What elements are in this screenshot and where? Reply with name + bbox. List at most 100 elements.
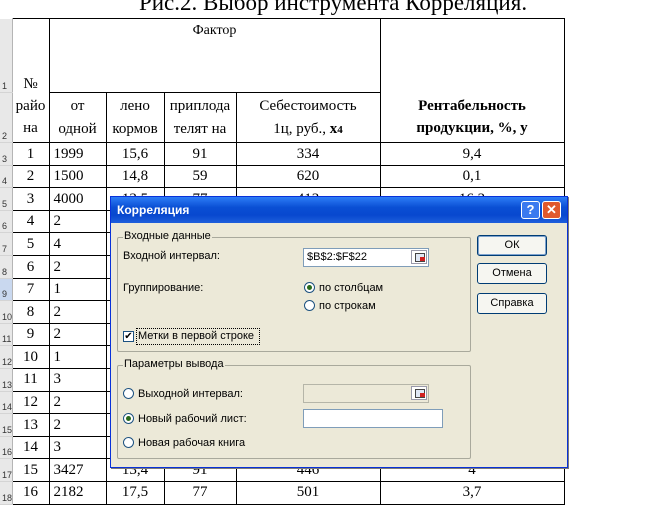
table-cell[interactable]: 9 [11, 322, 50, 347]
table-cell[interactable]: 59 [163, 164, 237, 189]
new-sheet-field[interactable] [303, 409, 443, 428]
header-blank-cell[interactable] [379, 18, 565, 93]
table-cell[interactable]: 3427 [48, 458, 107, 482]
dialog-titlebar[interactable]: Корреляция ? ✕ [111, 197, 567, 223]
table-cell[interactable]: 2182 [48, 480, 107, 505]
row-header[interactable]: 4 [0, 165, 13, 189]
table-cell[interactable]: 16 [11, 480, 50, 505]
by-columns-radio[interactable] [304, 282, 315, 293]
header-cell[interactable]: Рентабельность продукции, %, у [379, 92, 565, 143]
table-cell[interactable]: 7 [11, 277, 50, 302]
header-text: приплода [169, 98, 231, 114]
table-cell[interactable]: 4 [48, 232, 107, 256]
collapse-dialog-icon[interactable] [411, 386, 427, 400]
table-cell[interactable]: 5 [11, 232, 50, 256]
table-cell[interactable]: 1500 [48, 164, 107, 189]
table-cell[interactable]: 91 [163, 142, 237, 166]
header-cell[interactable]: приплода телят на [163, 92, 237, 143]
row-header[interactable]: 15 [0, 413, 13, 437]
table-cell[interactable]: 8 [11, 300, 50, 324]
row-header[interactable]: 9 [0, 278, 13, 302]
help-title-button[interactable]: ? [521, 201, 540, 219]
table-cell[interactable]: 620 [235, 164, 381, 189]
table-cell[interactable]: 3 [48, 435, 107, 460]
table-cell[interactable]: 14 [11, 435, 50, 460]
row-header[interactable]: 7 [0, 232, 13, 256]
table-cell[interactable]: 9,4 [379, 142, 565, 166]
header-cell[interactable]: райо на [11, 92, 50, 143]
table-cell[interactable]: 77 [163, 480, 237, 505]
new-book-label[interactable]: Новая рабочая книга [138, 437, 245, 449]
table-cell[interactable]: 1999 [48, 142, 107, 166]
table-cell[interactable]: 2 [48, 209, 107, 234]
table-cell[interactable]: 2 [48, 254, 107, 279]
table-cell[interactable]: 4000 [48, 187, 107, 211]
table-cell[interactable]: 2 [48, 390, 107, 415]
header-cell[interactable]: лено кормов [105, 92, 165, 143]
header-text: кормов [112, 120, 158, 137]
close-icon[interactable]: ✕ [542, 201, 561, 219]
new-sheet-label[interactable]: Новый рабочий лист: [138, 413, 247, 425]
table-cell[interactable]: 3,7 [379, 480, 565, 505]
table-cell[interactable]: 2 [11, 164, 50, 189]
new-book-radio[interactable] [123, 437, 134, 448]
row-header[interactable]: 10 [0, 300, 13, 324]
table-cell[interactable]: 1 [48, 277, 107, 302]
table-cell[interactable]: 17,5 [105, 480, 165, 505]
by-rows-radio[interactable] [304, 300, 315, 311]
row-header[interactable]: 12 [0, 345, 13, 369]
header-cell[interactable]: от одной [48, 92, 107, 143]
table-cell[interactable]: 2 [48, 413, 107, 437]
row-header[interactable]: 1 [0, 18, 13, 93]
header-factor-cell[interactable]: Фактор [48, 18, 381, 93]
table-cell[interactable]: 12 [11, 390, 50, 415]
table-cell[interactable]: 2 [48, 322, 107, 347]
by-rows-label[interactable]: по строкам [319, 300, 376, 312]
header-cell[interactable]: Себестоимость 1ц, руб., х4 [235, 92, 381, 143]
table-cell[interactable]: 2 [48, 300, 107, 324]
output-range-radio[interactable] [123, 388, 134, 399]
table-cell[interactable]: 1 [48, 345, 107, 369]
header-no-cell[interactable]: № [11, 18, 50, 93]
cancel-button[interactable]: Отмена [477, 263, 547, 284]
row-header[interactable]: 18 [0, 481, 13, 505]
row-header[interactable]: 16 [0, 436, 13, 460]
table-cell[interactable]: 334 [235, 142, 381, 166]
table-cell[interactable]: 4 [11, 209, 50, 234]
table-cell[interactable]: 15,6 [105, 142, 165, 166]
header-text: райо [15, 97, 46, 114]
table-cell[interactable]: 13 [11, 413, 50, 437]
row-header[interactable]: 6 [0, 210, 13, 234]
table-cell[interactable]: 11 [11, 367, 50, 392]
header-text: продукции, %, у [416, 120, 528, 137]
output-range-label[interactable]: Выходной интервал: [138, 388, 243, 400]
table-cell[interactable]: 3 [11, 187, 50, 211]
row-header[interactable]: 17 [0, 458, 13, 482]
table-cell[interactable]: 501 [235, 480, 381, 505]
table-row: 2 райо на от одной лено кормов приплода телят на… [0, 92, 662, 143]
table-cell[interactable]: 1 [11, 142, 50, 166]
input-group-title: Входные данные [123, 230, 212, 242]
row-header[interactable]: 3 [0, 142, 13, 166]
table-cell[interactable]: 10 [11, 345, 50, 369]
row-header[interactable]: 11 [0, 323, 13, 347]
collapse-dialog-icon[interactable] [411, 250, 427, 264]
row-header[interactable]: 2 [0, 92, 13, 143]
table-cell[interactable]: 3 [48, 367, 107, 392]
row-header[interactable]: 5 [0, 187, 13, 211]
row-header[interactable]: 8 [0, 255, 13, 279]
by-columns-label[interactable]: по столбцам [319, 282, 383, 294]
new-sheet-radio[interactable] [123, 413, 134, 424]
row-header[interactable]: 14 [0, 391, 13, 415]
table-cell[interactable]: 0,1 [379, 164, 565, 189]
table-cell[interactable]: 15 [11, 458, 50, 482]
row-header[interactable]: 13 [0, 368, 13, 392]
table-cell[interactable]: 6 [11, 254, 50, 279]
labels-first-row-checkbox[interactable]: ✔ [123, 331, 134, 342]
input-range-label: Входной интервал: [123, 250, 220, 262]
table-cell[interactable]: 14,8 [105, 164, 165, 189]
labels-first-row-label[interactable]: Метки в первой строке [138, 330, 254, 342]
ok-button[interactable]: ОК [477, 235, 547, 256]
help-button[interactable]: Справка [477, 293, 547, 314]
table-row: 4 2 1500 14,8 59 620 0,1 [0, 164, 662, 189]
